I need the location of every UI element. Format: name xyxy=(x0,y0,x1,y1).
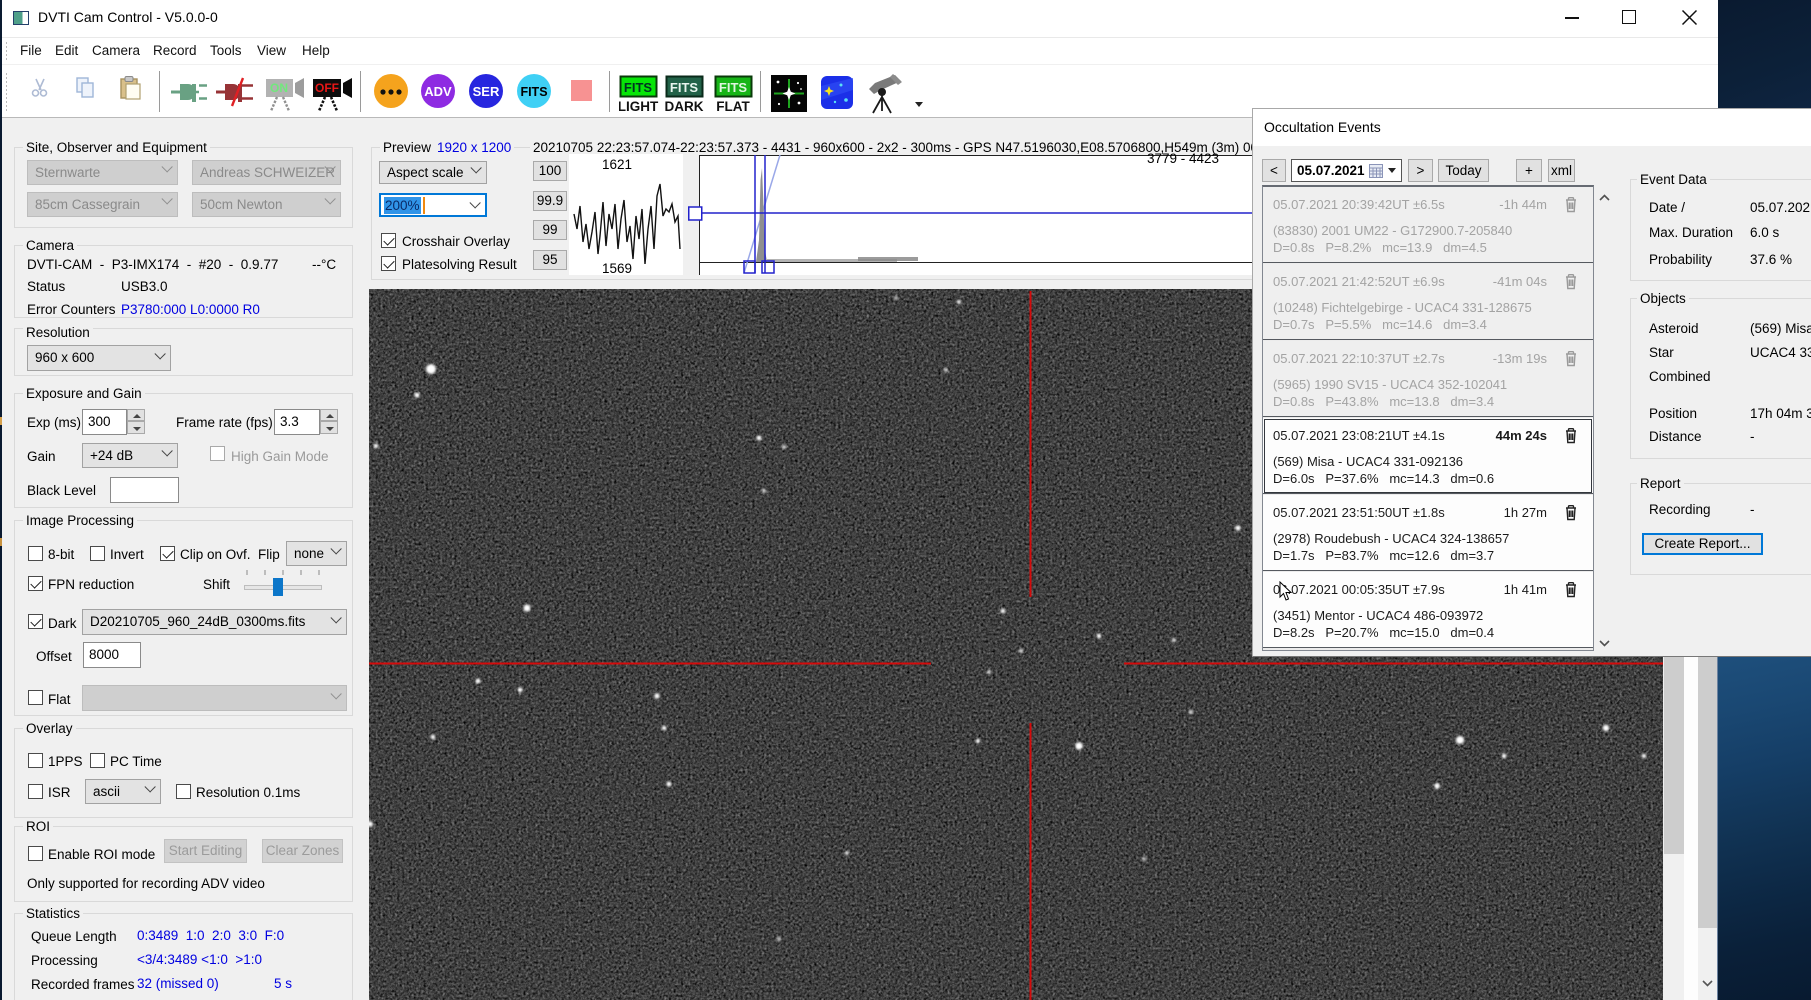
svg-text:FITS: FITS xyxy=(624,80,652,95)
svg-text:DARK: DARK xyxy=(665,99,704,113)
svg-text:ON: ON xyxy=(270,81,288,95)
svg-text:FITS: FITS xyxy=(670,80,698,95)
svg-text:OFF: OFF xyxy=(315,81,339,95)
svg-text:SER: SER xyxy=(473,84,500,99)
svg-text:FLAT: FLAT xyxy=(716,99,750,113)
svg-text:ADV: ADV xyxy=(424,84,452,99)
svg-text:FITS: FITS xyxy=(719,80,747,95)
svg-text:FITS: FITS xyxy=(520,85,547,99)
svg-text:LIGHT: LIGHT xyxy=(619,99,659,113)
